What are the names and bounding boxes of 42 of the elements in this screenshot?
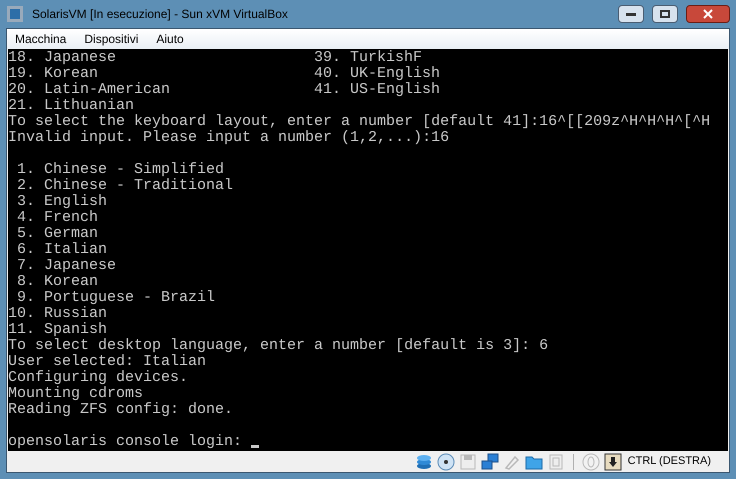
disk-stack-icon[interactable] [414,452,433,470]
console-line: To select desktop language, enter a number [default is 3]: 6 [8,338,548,354]
console-line: 2. Chinese - Traditional [16,178,234,194]
console-line: 11. Spanish [8,322,108,338]
network-icon[interactable] [480,452,499,470]
console-line: 21. Lithuanian [8,98,134,114]
menu-item[interactable]: Aiuto [150,30,190,48]
login-prompt: opensolaris console login: [8,434,244,450]
console-line: 9. Portuguese - Brazil [16,290,216,306]
console-line: 10. Russian [8,306,108,322]
console-line: Mounting cdroms [8,386,144,402]
console-line: 6. Italian [16,242,108,258]
minimize-button[interactable] [618,5,644,23]
console-line: 4. French [16,210,98,226]
restore-button[interactable] [652,5,678,23]
app-icon [6,5,24,23]
console-line: 20. Latin-American [8,82,172,98]
close-icon [703,9,713,19]
console-line: Configuring devices. [8,370,188,386]
text-cursor [251,445,260,448]
console-line: 1. Chinese - Simplified [16,162,224,178]
console-screen[interactable] [8,49,728,451]
console-line: 39. TurkishF [314,50,424,66]
host-key-label: CTRL (DESTRA) [628,454,711,470]
console-line: User selected: Italian [8,354,206,370]
console-line: 18. Japanese [8,50,118,66]
menu-item[interactable]: Macchina [9,30,72,48]
console-line: Invalid input. Please input a number (1,2,...):16 [8,130,450,146]
console-line: 41. US-English [314,82,442,98]
window-title: SolarisVM [In esecuzione] - Sun xVM VirtualBox [32,6,289,23]
console-line: 19. Korean [8,66,100,82]
down-arrow-key-icon[interactable] [604,452,622,470]
console-line: To select the keyboard layout, enter a number [default 41]:16^[[209z^H^H^H^[^H [8,114,710,130]
disc-icon[interactable] [436,452,455,470]
console-line: 8. Korean [16,274,98,290]
console-line: 5. German [16,226,98,242]
console-line: Reading ZFS config: done. [8,402,234,418]
menu-item[interactable]: Dispositivi [78,30,144,48]
close-button[interactable] [686,5,730,23]
console-line: 3. English [16,194,108,210]
console-line: 7. Japanese [16,258,116,274]
console-line: 40. UK-English [314,66,442,82]
